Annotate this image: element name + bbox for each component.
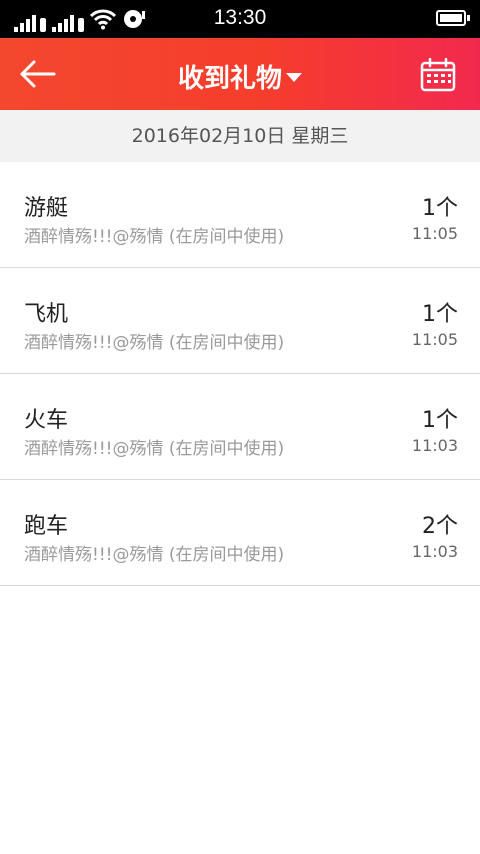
gift-name: 火车 [24,408,69,433]
gift-sender: 酒醉情殇!!!@殇情 (在房间中使用) [24,439,285,459]
gift-time: 11:03 [411,436,458,455]
date-label: 2016年02月10日 星期三 [0,110,480,162]
gift-count: 1个 [422,302,458,327]
page-title: 收到礼物 [177,64,282,94]
gift-sender: 酒醉情殇!!!@殇情 (在房间中使用) [24,545,285,565]
gift-count: 1个 [422,196,458,221]
list-item[interactable]: 火车 酒醉情殇!!!@殇情 (在房间中使用) 1个 11:03 [0,374,480,480]
dropdown-caret-icon [286,73,302,82]
status-bar: 1 2 13:30 [0,0,480,38]
gift-list: 游艇 酒醉情殇!!!@殇情 (在房间中使用) 1个 11:05 飞机 酒醉情殇!… [0,162,480,586]
battery-icon [436,10,470,26]
gift-sender: 酒醉情殇!!!@殇情 (在房间中使用) [24,227,285,247]
page-title-dropdown[interactable]: 收到礼物 [0,58,480,95]
gift-name: 飞机 [24,302,69,327]
gift-time: 11:05 [411,330,458,349]
list-item[interactable]: 游艇 酒醉情殇!!!@殇情 (在房间中使用) 1个 11:05 [0,162,480,268]
gift-name: 跑车 [24,514,69,539]
gift-count: 1个 [422,408,458,433]
title-bar: 收到礼物 [0,38,480,110]
gift-time: 11:03 [411,542,458,561]
gift-sender: 酒醉情殇!!!@殇情 (在房间中使用) [24,333,285,353]
gift-name: 游艇 [24,196,69,221]
calendar-icon[interactable] [420,57,456,92]
clock: 13:30 [213,6,267,29]
list-item[interactable]: 飞机 酒醉情殇!!!@殇情 (在房间中使用) 1个 11:05 [0,268,480,374]
gift-count: 2个 [422,514,458,539]
gift-time: 11:05 [411,224,458,243]
list-item[interactable]: 跑车 酒醉情殇!!!@殇情 (在房间中使用) 2个 11:03 [0,480,480,586]
